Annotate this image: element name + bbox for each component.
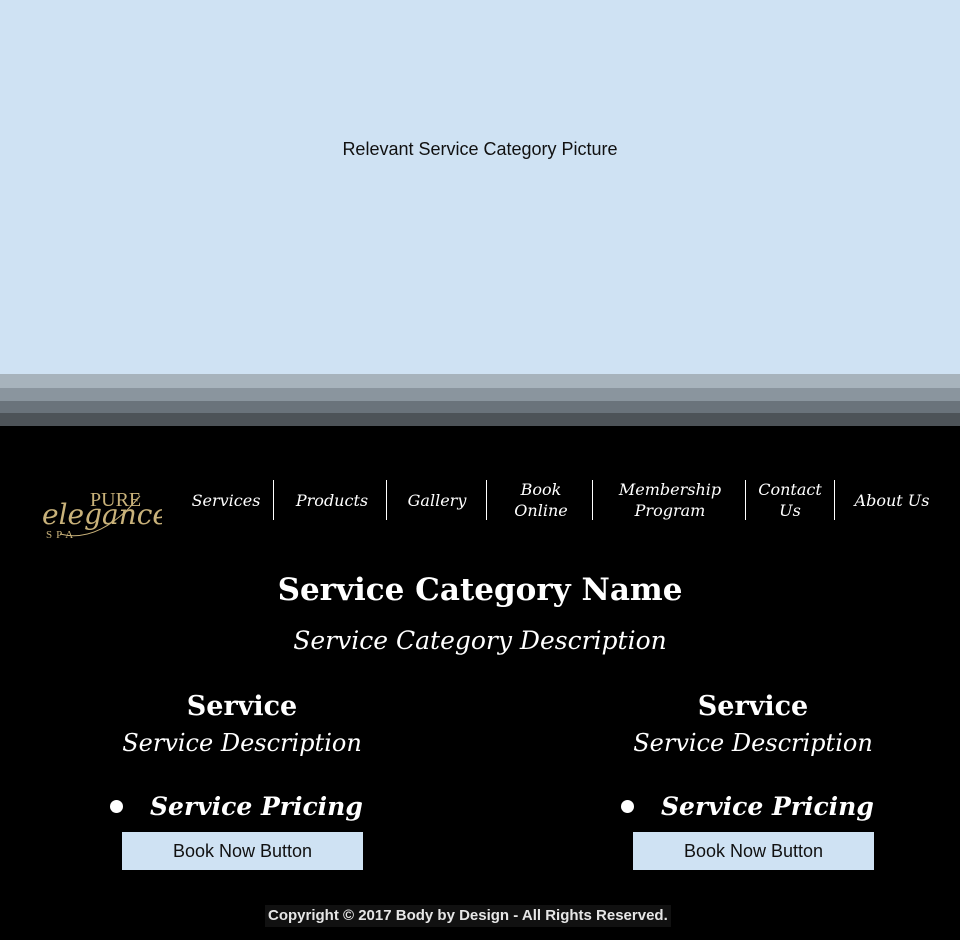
service-pricing: Service Pricing: [621, 792, 874, 821]
service-description: Service Description: [633, 729, 873, 757]
logo-main-text: elegance: [42, 498, 162, 531]
nav-products[interactable]: Products: [282, 480, 382, 520]
bullet-icon: [110, 800, 123, 813]
book-now-button[interactable]: Book Now Button: [633, 832, 874, 870]
nav-services[interactable]: Services: [186, 480, 266, 520]
category-name: Service Category Name: [277, 572, 683, 608]
hero-label: Relevant Service Category Picture: [342, 139, 618, 159]
service-card: Service Service Description Service Pric…: [92, 688, 392, 870]
pure-elegance-logo[interactable]: PURE elegance SPA: [40, 474, 169, 542]
service-title: Service: [186, 691, 298, 722]
nav-divider: [745, 480, 746, 520]
nav-membership-program[interactable]: Membership Program: [598, 480, 742, 520]
nav-gallery[interactable]: Gallery: [394, 480, 480, 520]
nav-divider: [273, 480, 274, 520]
service-pricing: Service Pricing: [110, 792, 363, 821]
divider-band: [0, 374, 960, 388]
service-title: Service: [697, 691, 809, 722]
nav-book-online[interactable]: Book Online: [494, 480, 588, 520]
copyright-text: Copyright © 2017 Body by Design - All Ri…: [265, 905, 671, 927]
divider-band: [0, 388, 960, 401]
main-nav: PURE elegance SPA Services Products Gall…: [0, 462, 960, 542]
service-description: Service Description: [122, 729, 362, 757]
nav-divider: [592, 480, 593, 520]
hero-image-placeholder: Relevant Service Category Picture: [0, 0, 960, 374]
book-now-button[interactable]: Book Now Button: [122, 832, 363, 870]
divider-band: [0, 413, 960, 426]
logo-sub-text: SPA: [46, 529, 77, 541]
service-pricing-text: Service Pricing: [150, 792, 363, 821]
nav-divider: [834, 480, 835, 520]
service-card: Service Service Description Service Pric…: [603, 688, 903, 870]
bullet-icon: [621, 800, 634, 813]
service-pricing-text: Service Pricing: [661, 792, 874, 821]
nav-divider: [486, 480, 487, 520]
category-description: Service Category Description: [293, 626, 667, 655]
divider-band: [0, 401, 960, 413]
nav-about-us[interactable]: About Us: [842, 480, 942, 520]
nav-divider: [386, 480, 387, 520]
nav-contact-us[interactable]: Contact Us: [748, 480, 832, 520]
